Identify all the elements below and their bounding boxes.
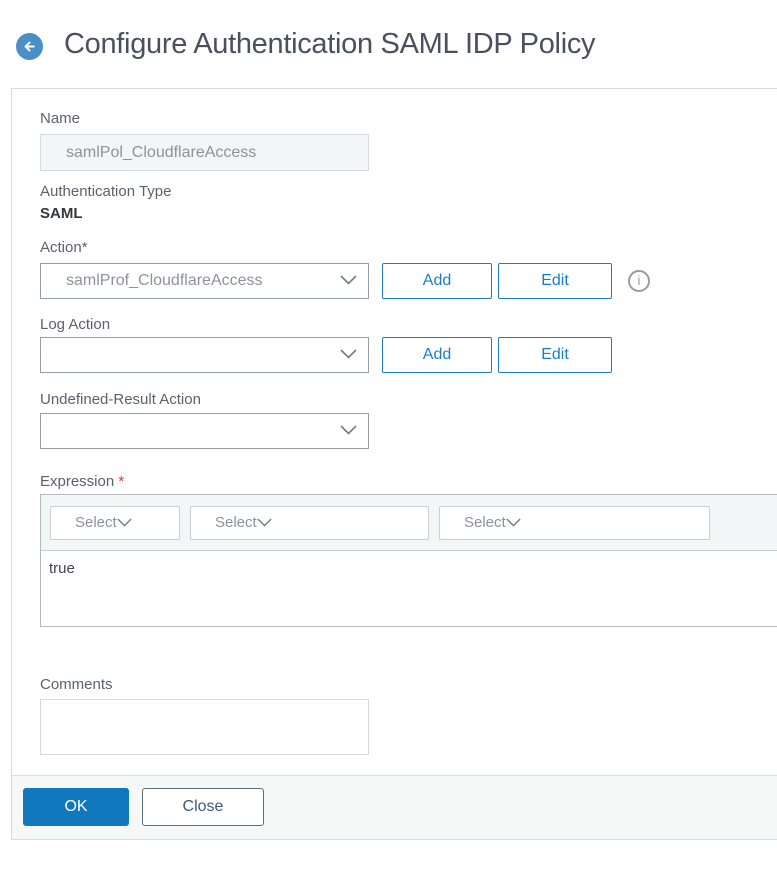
comments-text-area[interactable]	[40, 699, 369, 755]
expression-operand-select-3[interactable]: Select	[439, 505, 710, 540]
form-content: Name Authentication Type SAML Action* sa…	[12, 89, 777, 755]
back-button[interactable]	[16, 33, 43, 60]
comments-field: Comments	[40, 676, 777, 755]
expression-select-3-value: Select	[464, 514, 506, 531]
expression-editor: Select Select Select true	[40, 494, 777, 627]
required-asterisk: *	[118, 473, 125, 490]
expression-label: Expression *	[40, 473, 777, 490]
chevron-down-icon	[340, 272, 357, 290]
action-select-value: samlProf_CloudflareAccess	[66, 272, 263, 289]
expression-select-1-value: Select	[75, 514, 117, 531]
action-add-button[interactable]: Add	[382, 263, 492, 299]
action-select[interactable]: samlProf_CloudflareAccess	[40, 263, 369, 299]
arrow-left-icon	[22, 39, 37, 54]
action-label: Action*	[40, 239, 88, 256]
expression-operand-select-2[interactable]: Select	[190, 505, 429, 540]
undefined-result-action-row	[40, 413, 777, 449]
form-panel: Name Authentication Type SAML Action* sa…	[11, 88, 777, 840]
chevron-down-icon	[257, 514, 272, 531]
expression-toolbar: Select Select Select	[41, 495, 777, 551]
log-action-label: Log Action	[40, 316, 111, 333]
action-row: samlProf_CloudflareAccess Add Edit i	[40, 263, 777, 299]
name-label: Name	[40, 110, 81, 127]
expression-label-text: Expression	[40, 473, 115, 490]
name-input[interactable]	[40, 134, 369, 171]
chevron-down-icon	[117, 514, 132, 531]
expression-select-2-value: Select	[215, 514, 257, 531]
chevron-down-icon	[340, 346, 357, 364]
page-header: Configure Authentication SAML IDP Policy	[0, 0, 777, 88]
log-action-add-button[interactable]: Add	[382, 337, 492, 373]
log-action-edit-button[interactable]: Edit	[498, 337, 612, 373]
undefined-result-action-select[interactable]	[40, 413, 369, 449]
log-action-row: Add Edit	[40, 337, 777, 373]
expression-text-area[interactable]: true	[41, 551, 777, 626]
page-title: Configure Authentication SAML IDP Policy	[64, 28, 596, 60]
info-glyph: i	[637, 273, 641, 288]
ok-button[interactable]: OK	[23, 788, 129, 826]
comments-label: Comments	[40, 676, 113, 693]
expression-operand-select-1[interactable]: Select	[50, 505, 180, 540]
action-edit-button[interactable]: Edit	[498, 263, 612, 299]
info-icon[interactable]: i	[628, 270, 650, 292]
auth-type-value: SAML	[40, 205, 83, 222]
chevron-down-icon	[506, 514, 521, 531]
auth-type-label: Authentication Type	[40, 183, 172, 200]
log-action-select[interactable]	[40, 337, 369, 373]
close-button[interactable]: Close	[142, 788, 264, 826]
chevron-down-icon	[340, 422, 357, 440]
undefined-result-action-label: Undefined-Result Action	[40, 391, 201, 408]
footer-bar: OK Close	[12, 775, 777, 839]
